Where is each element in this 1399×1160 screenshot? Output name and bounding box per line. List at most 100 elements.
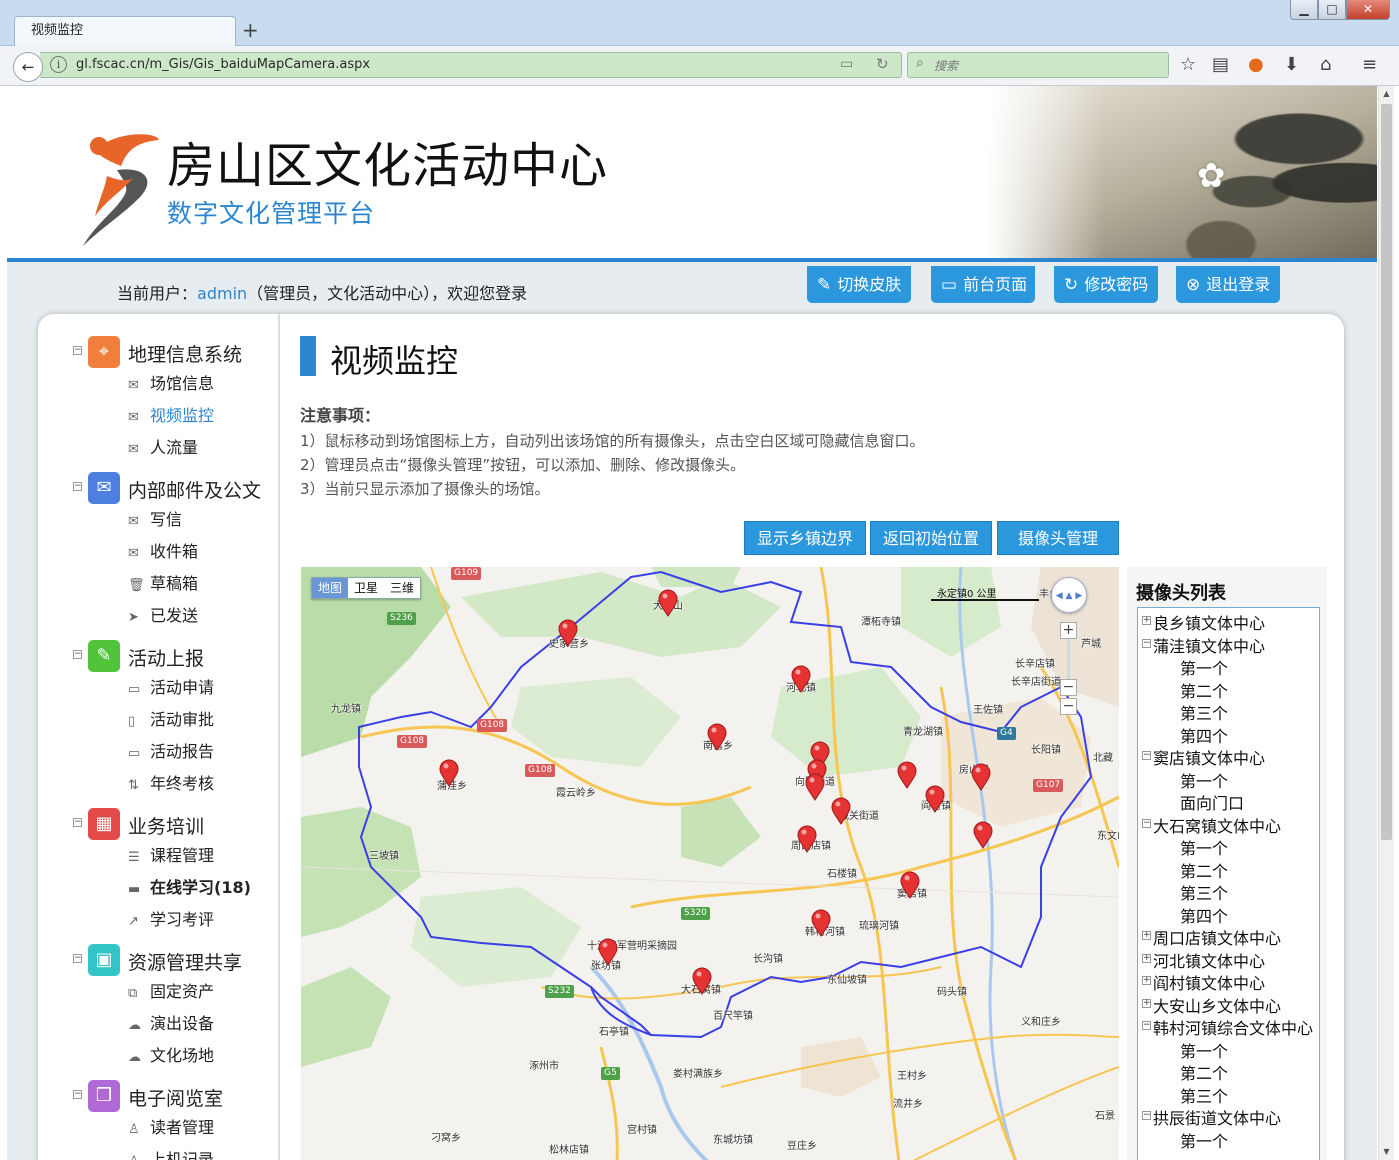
camera-leaf[interactable]: 第一个 [1180, 1128, 1228, 1151]
expand-icon[interactable]: + [1142, 616, 1151, 625]
camera-venue-pin[interactable] [439, 759, 459, 787]
sidebar-item[interactable]: 🗑 草稿箱 [128, 570, 198, 594]
collapse-toggle-icon[interactable]: − [73, 818, 82, 827]
camera-venue-pin[interactable] [791, 665, 811, 693]
expand-icon[interactable]: + [1142, 976, 1151, 985]
zoom-out-button-2[interactable]: − [1060, 698, 1077, 715]
collapse-toggle-icon[interactable]: − [73, 954, 82, 963]
scroll-down-icon[interactable]: ▼ [1379, 1144, 1394, 1160]
collapse-toggle-icon[interactable]: − [73, 482, 82, 491]
camera-leaf[interactable]: 第三个 [1180, 1083, 1228, 1106]
camera-leaf[interactable]: 第一个 [1180, 768, 1228, 791]
sidebar-item[interactable]: ▬ 在线学习(18) [128, 874, 251, 898]
camera-leaf[interactable]: 第二个 [1180, 678, 1228, 701]
camera-venue-pin[interactable] [973, 821, 993, 849]
sidebar-item[interactable]: ♙ 上机记录 [128, 1146, 214, 1160]
zoom-out-button[interactable]: − [1060, 679, 1077, 696]
collapse-icon[interactable]: − [1142, 638, 1151, 648]
sidebar-item[interactable]: ✉ 写信 [128, 506, 182, 530]
reset-position-button[interactable]: 返回初始位置 [870, 521, 992, 555]
camera-manage-button[interactable]: 摄像头管理 [997, 521, 1119, 555]
sidebar-item[interactable]: ▯ 活动审批 [128, 706, 214, 730]
user-name[interactable]: admin [197, 284, 247, 303]
map-pan-control[interactable]: ◀ ▲ ▶ [1051, 577, 1087, 613]
sidebar-item[interactable]: ➤ 已发送 [128, 602, 198, 626]
camera-venue-pin[interactable] [658, 589, 678, 617]
download-icon[interactable]: ⬇ [1284, 55, 1299, 75]
collapse-icon[interactable]: − [1142, 1021, 1151, 1030]
collapse-icon[interactable]: − [1142, 1111, 1151, 1120]
camera-leaf[interactable]: 第四个 [1180, 903, 1228, 926]
map-type-satellite-button[interactable]: 卫星 [348, 578, 384, 598]
camera-venue-pin[interactable] [707, 723, 727, 751]
sidebar-item[interactable]: ↗ 学习考评 [128, 906, 214, 930]
camera-venue-pin[interactable] [797, 825, 817, 853]
sidebar-item[interactable]: ✉ 收件箱 [128, 538, 198, 562]
search-bar[interactable]: ⌕ 搜索 [907, 52, 1169, 78]
scrollbar-thumb[interactable] [1381, 104, 1392, 840]
camera-venue-pin[interactable] [692, 967, 712, 995]
window-minimize-button[interactable]: ▁ [1290, 0, 1318, 20]
expand-icon[interactable]: + [1142, 998, 1151, 1008]
expand-icon[interactable]: + [1142, 931, 1151, 940]
front-page-button[interactable]: ▭ 前台页面 [931, 266, 1035, 303]
map-type-map-button[interactable]: 地图 [312, 578, 349, 598]
sidebar-item[interactable]: ▭ 活动报告 [128, 738, 214, 762]
sidebar-item[interactable]: ✉ 场馆信息 [128, 370, 214, 394]
camera-leaf[interactable]: 第三个 [1180, 880, 1228, 903]
camera-venue-pin[interactable] [805, 773, 825, 801]
change-password-button[interactable]: ↻ 修改密码 [1054, 266, 1158, 303]
scroll-up-icon[interactable]: ▲ [1379, 86, 1394, 102]
sidebar-item[interactable]: ⧉ 固定资产 [128, 978, 214, 1002]
camera-leaf[interactable]: 第一个 [1180, 655, 1228, 678]
sidebar-item[interactable]: ✉ 视频监控 [128, 402, 214, 426]
browser-tab[interactable]: 视频监控 [14, 16, 236, 46]
collapse-toggle-icon[interactable]: − [73, 650, 82, 659]
bookmark-star-icon[interactable]: ☆ [1180, 55, 1196, 75]
window-close-button[interactable]: ✕ [1346, 0, 1390, 20]
sidebar-item[interactable]: ⇅ 年终考核 [128, 770, 214, 794]
camera-leaf[interactable]: 第一个 [1180, 1038, 1228, 1061]
sidebar-item[interactable]: ☁ 文化场地 [128, 1042, 214, 1066]
collapse-toggle-icon[interactable]: − [73, 346, 82, 355]
camera-venue-pin[interactable] [811, 909, 831, 937]
expand-icon[interactable]: + [1142, 953, 1151, 963]
reload-icon[interactable]: ↻ [876, 55, 889, 73]
show-town-boundary-button[interactable]: 显示乡镇边界 [744, 521, 866, 555]
firefox-icon[interactable]: ● [1248, 55, 1264, 75]
back-button[interactable]: ← [13, 52, 43, 82]
switch-skin-button[interactable]: ✎ 切换皮肤 [807, 266, 911, 303]
collapse-icon[interactable]: − [1142, 818, 1151, 828]
info-icon[interactable]: i [50, 56, 67, 73]
camera-leaf[interactable]: 第二个 [1180, 858, 1228, 881]
new-tab-button[interactable]: + [242, 18, 259, 42]
camera-venue-pin[interactable] [900, 871, 920, 899]
collapse-icon[interactable]: − [1142, 751, 1151, 760]
logout-button[interactable]: ⊗ 退出登录 [1176, 266, 1280, 303]
camera-venue-pin[interactable] [925, 785, 945, 813]
camera-venue-pin[interactable] [558, 619, 578, 647]
camera-leaf[interactable]: 第二个 [1180, 1060, 1228, 1083]
zoom-in-button[interactable]: + [1060, 622, 1077, 639]
sidebar-item[interactable]: ☁ 演出设备 [128, 1010, 214, 1034]
sidebar-item[interactable]: ☰ 课程管理 [128, 842, 214, 866]
camera-venue-pin[interactable] [971, 763, 991, 791]
page-scrollbar[interactable]: ▲ ▼ [1378, 86, 1394, 1160]
sidebar-item[interactable]: ▭ 活动申请 [128, 674, 214, 698]
sidebar-item[interactable]: ✉ 人流量 [128, 434, 198, 458]
camera-leaf[interactable]: 第四个 [1180, 723, 1228, 746]
url-bar[interactable]: i gl.fscac.cn/m_Gis/Gis_baiduMapCamera.a… [40, 52, 902, 78]
collapse-toggle-icon[interactable]: − [73, 1090, 82, 1099]
camera-venue-pin[interactable] [598, 938, 618, 966]
camera-venue-pin[interactable] [831, 797, 851, 825]
sidebar-item[interactable]: ♙ 读者管理 [128, 1114, 214, 1138]
menu-icon[interactable]: ≡ [1362, 55, 1377, 75]
baidu-map[interactable]: 大安山史家营乡霞云岭乡南窖乡蒲洼乡九龙镇三坡镇河北镇潭柘寺镇王佐镇长辛店镇长辛店… [301, 567, 1119, 1160]
reader-view-icon[interactable]: ▭ [840, 56, 853, 72]
camera-leaf[interactable]: 第三个 [1180, 700, 1228, 723]
bookmarks-list-icon[interactable]: ▤ [1212, 55, 1229, 75]
home-icon[interactable]: ⌂ [1320, 55, 1331, 75]
camera-venue-pin[interactable] [897, 761, 917, 789]
map-type-3d-button[interactable]: 三维 [384, 578, 420, 598]
camera-leaf[interactable]: 第一个 [1180, 835, 1228, 858]
